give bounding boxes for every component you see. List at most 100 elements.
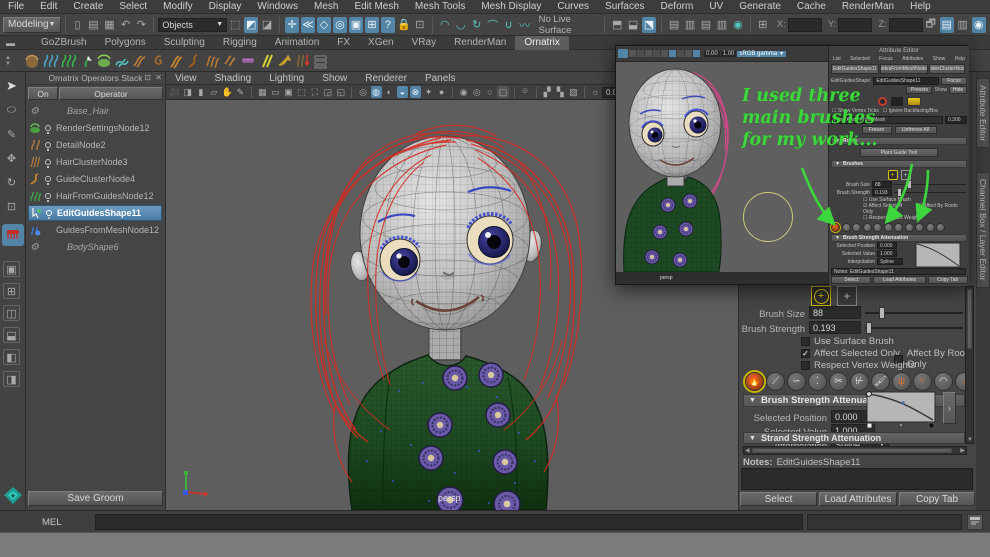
snap-plane-icon[interactable]: ▣ [349, 17, 363, 33]
brush-part-icon[interactable]: ⑂ [913, 372, 932, 391]
shelf-item-comb-wave-icon[interactable] [131, 52, 149, 70]
menu-mesh[interactable]: Mesh [306, 0, 346, 14]
viewport-menu-shading[interactable]: Shading [206, 72, 261, 85]
grease-pencil-icon[interactable]: ✎ [235, 86, 246, 98]
bookmark-icon[interactable]: ▮ [195, 86, 206, 98]
selection-highlight-icon[interactable]: ⯐ [520, 86, 531, 98]
inset-ae-menu-item[interactable]: List [833, 56, 841, 62]
attribute-editor-toggle-icon[interactable]: ▤ [940, 17, 954, 33]
scrollbar-thumb[interactable] [752, 448, 952, 453]
inset-ae-tab[interactable]: GuidesClusterNode4 [929, 64, 965, 74]
shelf-arrows-icon[interactable]: ▲▼ [3, 55, 13, 67]
inset-dark-swatch[interactable] [891, 97, 903, 106]
shelf-item-output-icon[interactable] [311, 52, 329, 70]
shelf-item-guide-red-icon[interactable] [293, 52, 311, 70]
brush-smooth-icon[interactable]: ∽ [787, 372, 806, 391]
inset-affect-roots-checkbox[interactable]: ☐ Affect By Roots Only [918, 203, 969, 215]
stack-row-editguides-selected[interactable]: EditGuidesShape11 [28, 205, 162, 221]
brush-clump-icon[interactable]: ψ [892, 372, 911, 391]
inset-red-circle-swatch[interactable] [878, 97, 887, 106]
brush-comb-icon[interactable]: ⟋ [766, 372, 785, 391]
layout-single-pane-icon[interactable]: ▣ [3, 261, 20, 277]
notes-textarea[interactable] [741, 468, 973, 490]
curve-icon[interactable]: ⌒ [486, 17, 500, 33]
scroll-down-icon[interactable]: ▼ [967, 437, 973, 443]
shelf-item-fur-teapot-icon[interactable] [95, 52, 113, 70]
save-scene-icon[interactable]: ▦ [102, 17, 116, 33]
isolate-select-icon[interactable]: ◎ [357, 86, 368, 98]
grid-icon[interactable]: ⊞ [756, 17, 770, 33]
brush-fire-icon[interactable]: 🔥 [745, 372, 764, 391]
shelf-tab-animation[interactable]: Animation [266, 36, 328, 50]
shaded-ball-icon[interactable]: ● [436, 86, 447, 98]
copy-tab-button[interactable]: Copy Tab [899, 492, 975, 506]
menu-mesh-tools[interactable]: Mesh Tools [407, 0, 473, 14]
load-attributes-button[interactable]: Load Attributes [819, 492, 897, 506]
inset-brush-size-value[interactable]: 88 [872, 181, 892, 188]
viewport-menu-view[interactable]: View [166, 72, 206, 85]
output-connections-icon[interactable]: ◡ [454, 17, 468, 33]
inset-push-away-value[interactable]: 0.300 [945, 116, 967, 124]
inset-brushes-section[interactable]: ▼Brushes [831, 160, 967, 168]
exposure-icon[interactable]: ☼ [590, 86, 601, 98]
brush-pinch-icon[interactable]: ⊬ [850, 372, 869, 391]
menu-curves[interactable]: Curves [549, 0, 597, 14]
inset-brush-icon[interactable] [852, 223, 861, 232]
curve3-icon[interactable]: 〰 [518, 17, 532, 33]
inset-ae-show-label[interactable]: Show [934, 87, 947, 93]
x-coord-input[interactable] [788, 18, 822, 32]
inset-brush-icon[interactable] [926, 223, 935, 232]
shelf-tab-vray[interactable]: VRay [403, 36, 445, 50]
script-editor-icon[interactable] [967, 514, 983, 530]
inset-brush-icon[interactable] [915, 223, 924, 232]
inset-selected-value-value[interactable]: 1.000 [877, 250, 897, 257]
brush-size-input[interactable] [809, 306, 861, 319]
layout-four-pane-icon[interactable]: ⊞ [3, 283, 20, 299]
shelf-tab-sculpting[interactable]: Sculpting [155, 36, 214, 50]
exposure-toggle-icon[interactable]: ◒ [397, 86, 408, 98]
anim-layer2-icon[interactable]: ▥ [683, 17, 697, 33]
column-header-on[interactable]: On [28, 87, 58, 100]
modeling-toolkit-toggle-icon[interactable]: 🗗 [924, 17, 938, 33]
inset-brush-icon[interactable] [936, 223, 945, 232]
select-tool-icon[interactable]: ➤ [3, 78, 20, 94]
node-enabled-bulb-icon[interactable] [45, 193, 51, 199]
undo-icon[interactable]: ↶ [118, 17, 132, 33]
inset-brush-fire-icon[interactable] [831, 223, 840, 232]
paint-select-tool-icon[interactable]: ✎ [3, 126, 20, 142]
inset-unfreeze-all-button[interactable]: Unfreeze All [895, 126, 937, 134]
strand-strength-attenuation-bar[interactable]: ▼ Strand Strength Attenuation [743, 432, 965, 444]
inset-attenuation-section[interactable]: ▼Brush Strength Attenuation [831, 234, 967, 242]
inset-ae-name-field[interactable]: EditGuidesShape11 [873, 77, 939, 85]
stack-row-bodyshape[interactable]: ⚙ BodyShape6 [28, 239, 162, 255]
ornatrix-vp1-icon[interactable]: ◉ [458, 86, 469, 98]
layout-uv-editor-icon[interactable]: ◨ [3, 371, 20, 387]
selection-mask-field[interactable]: Objects▼ [158, 18, 227, 32]
tool-settings-toggle-icon[interactable]: ▥ [956, 17, 970, 33]
menu-modify[interactable]: Modify [155, 0, 200, 14]
channel-box-toggle-icon[interactable]: ◉ [972, 17, 986, 33]
shelf-item-fur-ball-icon[interactable] [23, 52, 41, 70]
menu-help[interactable]: Help [902, 0, 939, 14]
shelf-item-hook-icon[interactable] [275, 52, 293, 70]
shelf-item-guides-icon[interactable] [41, 52, 59, 70]
anim-layer3-icon[interactable]: ▤ [699, 17, 713, 33]
move-tool-icon[interactable]: ✥ [3, 150, 20, 166]
menu-generate[interactable]: Generate [731, 0, 789, 14]
shelf-item-arrows2-icon[interactable] [221, 52, 239, 70]
snap-point-icon[interactable]: ◇ [317, 17, 331, 33]
stack-row-rendersettings[interactable]: RenderSettingsNode12 [28, 120, 162, 136]
menu-display[interactable]: Display [201, 0, 250, 14]
shelf-tab-ornatrix[interactable]: Ornatrix [515, 36, 569, 50]
node-enabled-bulb-icon[interactable] [45, 142, 51, 148]
shadows-icon[interactable]: ⛶ [309, 86, 320, 98]
inset-ae-tab[interactable]: GuidesFromMeshNode12 [880, 64, 928, 74]
2d-pan-zoom-icon[interactable]: ✋ [222, 86, 233, 98]
inset-brush-strength-slider[interactable] [894, 192, 966, 193]
snap-projected-icon[interactable]: ◎ [333, 17, 347, 33]
menu-select[interactable]: Select [111, 0, 155, 14]
textured-icon[interactable]: ▣ [283, 86, 294, 98]
stack-row-base-hair[interactable]: ⚙ Base_Hair [28, 103, 162, 119]
vertical-scrollbar[interactable]: ▼ [965, 286, 974, 444]
new-scene-icon[interactable]: ▯ [71, 17, 85, 33]
